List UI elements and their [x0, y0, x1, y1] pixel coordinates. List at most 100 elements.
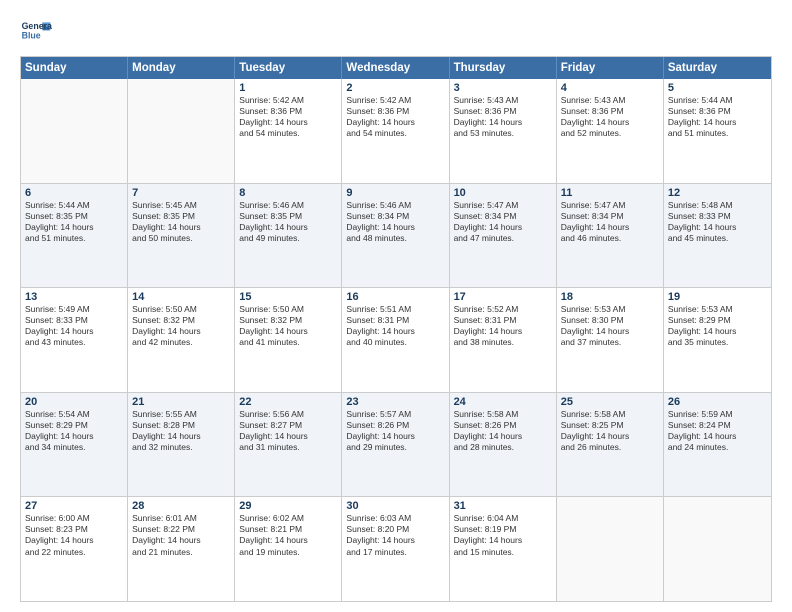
- header: General Blue: [20, 16, 772, 48]
- calendar-row-3: 13Sunrise: 5:49 AM Sunset: 8:33 PM Dayli…: [21, 287, 771, 392]
- calendar-cell: 16Sunrise: 5:51 AM Sunset: 8:31 PM Dayli…: [342, 288, 449, 392]
- cell-info: Sunrise: 5:53 AM Sunset: 8:30 PM Dayligh…: [561, 304, 659, 348]
- day-header-wednesday: Wednesday: [342, 57, 449, 79]
- calendar-row-5: 27Sunrise: 6:00 AM Sunset: 8:23 PM Dayli…: [21, 496, 771, 601]
- cell-info: Sunrise: 6:00 AM Sunset: 8:23 PM Dayligh…: [25, 513, 123, 557]
- cell-info: Sunrise: 5:54 AM Sunset: 8:29 PM Dayligh…: [25, 409, 123, 453]
- calendar-cell: 26Sunrise: 5:59 AM Sunset: 8:24 PM Dayli…: [664, 393, 771, 497]
- day-number: 11: [561, 187, 659, 199]
- calendar-cell: 22Sunrise: 5:56 AM Sunset: 8:27 PM Dayli…: [235, 393, 342, 497]
- calendar-cell: 14Sunrise: 5:50 AM Sunset: 8:32 PM Dayli…: [128, 288, 235, 392]
- cell-info: Sunrise: 6:03 AM Sunset: 8:20 PM Dayligh…: [346, 513, 444, 557]
- cell-info: Sunrise: 5:42 AM Sunset: 8:36 PM Dayligh…: [346, 95, 444, 139]
- calendar-cell: 11Sunrise: 5:47 AM Sunset: 8:34 PM Dayli…: [557, 184, 664, 288]
- calendar-body: 1Sunrise: 5:42 AM Sunset: 8:36 PM Daylig…: [21, 79, 771, 601]
- calendar-cell: 31Sunrise: 6:04 AM Sunset: 8:19 PM Dayli…: [450, 497, 557, 601]
- calendar-cell: 10Sunrise: 5:47 AM Sunset: 8:34 PM Dayli…: [450, 184, 557, 288]
- calendar-cell: 24Sunrise: 5:58 AM Sunset: 8:26 PM Dayli…: [450, 393, 557, 497]
- calendar-cell: 12Sunrise: 5:48 AM Sunset: 8:33 PM Dayli…: [664, 184, 771, 288]
- calendar-cell: 9Sunrise: 5:46 AM Sunset: 8:34 PM Daylig…: [342, 184, 449, 288]
- cell-info: Sunrise: 5:42 AM Sunset: 8:36 PM Dayligh…: [239, 95, 337, 139]
- cell-info: Sunrise: 5:56 AM Sunset: 8:27 PM Dayligh…: [239, 409, 337, 453]
- cell-info: Sunrise: 5:52 AM Sunset: 8:31 PM Dayligh…: [454, 304, 552, 348]
- calendar-cell: 7Sunrise: 5:45 AM Sunset: 8:35 PM Daylig…: [128, 184, 235, 288]
- calendar-cell: 25Sunrise: 5:58 AM Sunset: 8:25 PM Dayli…: [557, 393, 664, 497]
- calendar-cell: 1Sunrise: 5:42 AM Sunset: 8:36 PM Daylig…: [235, 79, 342, 183]
- calendar-cell: 6Sunrise: 5:44 AM Sunset: 8:35 PM Daylig…: [21, 184, 128, 288]
- day-number: 29: [239, 500, 337, 512]
- day-number: 1: [239, 82, 337, 94]
- day-number: 27: [25, 500, 123, 512]
- day-number: 2: [346, 82, 444, 94]
- calendar-cell: [557, 497, 664, 601]
- calendar-cell: 30Sunrise: 6:03 AM Sunset: 8:20 PM Dayli…: [342, 497, 449, 601]
- day-number: 9: [346, 187, 444, 199]
- calendar-cell: 3Sunrise: 5:43 AM Sunset: 8:36 PM Daylig…: [450, 79, 557, 183]
- calendar-cell: [128, 79, 235, 183]
- day-number: 25: [561, 396, 659, 408]
- svg-text:General: General: [22, 21, 52, 31]
- day-number: 22: [239, 396, 337, 408]
- calendar-cell: 8Sunrise: 5:46 AM Sunset: 8:35 PM Daylig…: [235, 184, 342, 288]
- cell-info: Sunrise: 5:55 AM Sunset: 8:28 PM Dayligh…: [132, 409, 230, 453]
- calendar-cell: 17Sunrise: 5:52 AM Sunset: 8:31 PM Dayli…: [450, 288, 557, 392]
- calendar-cell: 29Sunrise: 6:02 AM Sunset: 8:21 PM Dayli…: [235, 497, 342, 601]
- day-header-tuesday: Tuesday: [235, 57, 342, 79]
- cell-info: Sunrise: 5:51 AM Sunset: 8:31 PM Dayligh…: [346, 304, 444, 348]
- day-number: 3: [454, 82, 552, 94]
- cell-info: Sunrise: 6:01 AM Sunset: 8:22 PM Dayligh…: [132, 513, 230, 557]
- day-header-sunday: Sunday: [21, 57, 128, 79]
- svg-text:Blue: Blue: [22, 30, 41, 40]
- cell-info: Sunrise: 6:04 AM Sunset: 8:19 PM Dayligh…: [454, 513, 552, 557]
- day-header-saturday: Saturday: [664, 57, 771, 79]
- cell-info: Sunrise: 5:49 AM Sunset: 8:33 PM Dayligh…: [25, 304, 123, 348]
- calendar-cell: 18Sunrise: 5:53 AM Sunset: 8:30 PM Dayli…: [557, 288, 664, 392]
- day-number: 7: [132, 187, 230, 199]
- cell-info: Sunrise: 5:53 AM Sunset: 8:29 PM Dayligh…: [668, 304, 767, 348]
- day-number: 5: [668, 82, 767, 94]
- day-number: 18: [561, 291, 659, 303]
- day-number: 10: [454, 187, 552, 199]
- day-number: 16: [346, 291, 444, 303]
- logo-icon: General Blue: [20, 16, 52, 48]
- day-number: 20: [25, 396, 123, 408]
- cell-info: Sunrise: 5:57 AM Sunset: 8:26 PM Dayligh…: [346, 409, 444, 453]
- cell-info: Sunrise: 5:59 AM Sunset: 8:24 PM Dayligh…: [668, 409, 767, 453]
- day-number: 30: [346, 500, 444, 512]
- cell-info: Sunrise: 5:58 AM Sunset: 8:26 PM Dayligh…: [454, 409, 552, 453]
- calendar-cell: [21, 79, 128, 183]
- calendar-cell: 13Sunrise: 5:49 AM Sunset: 8:33 PM Dayli…: [21, 288, 128, 392]
- calendar-cell: 21Sunrise: 5:55 AM Sunset: 8:28 PM Dayli…: [128, 393, 235, 497]
- calendar-cell: 28Sunrise: 6:01 AM Sunset: 8:22 PM Dayli…: [128, 497, 235, 601]
- cell-info: Sunrise: 5:46 AM Sunset: 8:35 PM Dayligh…: [239, 200, 337, 244]
- day-header-friday: Friday: [557, 57, 664, 79]
- day-number: 24: [454, 396, 552, 408]
- cell-info: Sunrise: 5:44 AM Sunset: 8:35 PM Dayligh…: [25, 200, 123, 244]
- page: General Blue SundayMondayTuesdayWednesda…: [0, 0, 792, 612]
- calendar-row-1: 1Sunrise: 5:42 AM Sunset: 8:36 PM Daylig…: [21, 79, 771, 183]
- cell-info: Sunrise: 5:46 AM Sunset: 8:34 PM Dayligh…: [346, 200, 444, 244]
- cell-info: Sunrise: 5:43 AM Sunset: 8:36 PM Dayligh…: [561, 95, 659, 139]
- day-number: 8: [239, 187, 337, 199]
- calendar-cell: 27Sunrise: 6:00 AM Sunset: 8:23 PM Dayli…: [21, 497, 128, 601]
- calendar-cell: 19Sunrise: 5:53 AM Sunset: 8:29 PM Dayli…: [664, 288, 771, 392]
- day-number: 6: [25, 187, 123, 199]
- calendar-cell: 4Sunrise: 5:43 AM Sunset: 8:36 PM Daylig…: [557, 79, 664, 183]
- calendar-cell: [664, 497, 771, 601]
- day-header-monday: Monday: [128, 57, 235, 79]
- calendar-header: SundayMondayTuesdayWednesdayThursdayFrid…: [21, 57, 771, 79]
- cell-info: Sunrise: 5:48 AM Sunset: 8:33 PM Dayligh…: [668, 200, 767, 244]
- calendar-cell: 15Sunrise: 5:50 AM Sunset: 8:32 PM Dayli…: [235, 288, 342, 392]
- calendar-cell: 20Sunrise: 5:54 AM Sunset: 8:29 PM Dayli…: [21, 393, 128, 497]
- day-number: 31: [454, 500, 552, 512]
- day-header-thursday: Thursday: [450, 57, 557, 79]
- cell-info: Sunrise: 5:50 AM Sunset: 8:32 PM Dayligh…: [239, 304, 337, 348]
- cell-info: Sunrise: 5:47 AM Sunset: 8:34 PM Dayligh…: [454, 200, 552, 244]
- day-number: 4: [561, 82, 659, 94]
- cell-info: Sunrise: 5:44 AM Sunset: 8:36 PM Dayligh…: [668, 95, 767, 139]
- cell-info: Sunrise: 5:58 AM Sunset: 8:25 PM Dayligh…: [561, 409, 659, 453]
- calendar-row-4: 20Sunrise: 5:54 AM Sunset: 8:29 PM Dayli…: [21, 392, 771, 497]
- day-number: 14: [132, 291, 230, 303]
- cell-info: Sunrise: 6:02 AM Sunset: 8:21 PM Dayligh…: [239, 513, 337, 557]
- day-number: 12: [668, 187, 767, 199]
